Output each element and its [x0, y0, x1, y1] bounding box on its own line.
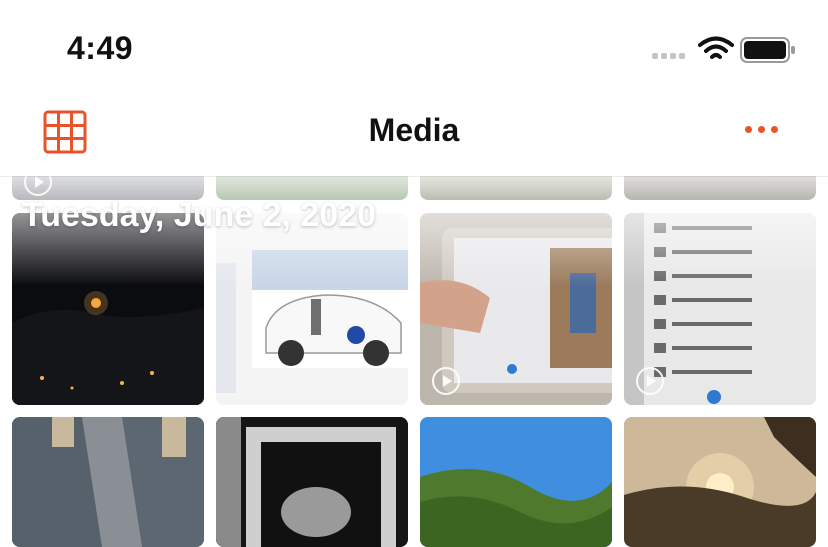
nasa-car-photo [216, 213, 408, 405]
navigation-bar: Media [0, 92, 828, 176]
valley-photo [420, 417, 612, 547]
media-thumbnail[interactable] [12, 213, 204, 405]
wifi-icon [698, 36, 734, 59]
battery-icon [740, 37, 795, 63]
media-thumbnail[interactable] [624, 417, 816, 547]
moonrise-photo [12, 213, 204, 405]
media-thumbnail[interactable] [624, 213, 816, 405]
play-icon [432, 367, 460, 395]
shoes-photo [12, 417, 204, 547]
page-title: Media [368, 112, 460, 148]
bw-photo [216, 417, 408, 547]
status-time: 4:49 [67, 30, 134, 66]
more-icon[interactable] [745, 126, 778, 133]
media-thumbnail[interactable] [12, 417, 204, 547]
section-date-header: Tuesday, June 2, 2020 [22, 196, 377, 234]
media-thumbnail[interactable] [420, 213, 612, 405]
media-thumbnail[interactable] [420, 417, 612, 547]
signal-icon [652, 53, 685, 59]
play-icon [636, 367, 664, 395]
media-thumbnail[interactable] [216, 417, 408, 547]
sunset-photo [624, 417, 816, 547]
status-bar: 4:49 [0, 0, 828, 92]
media-thumbnail[interactable] [216, 213, 408, 405]
